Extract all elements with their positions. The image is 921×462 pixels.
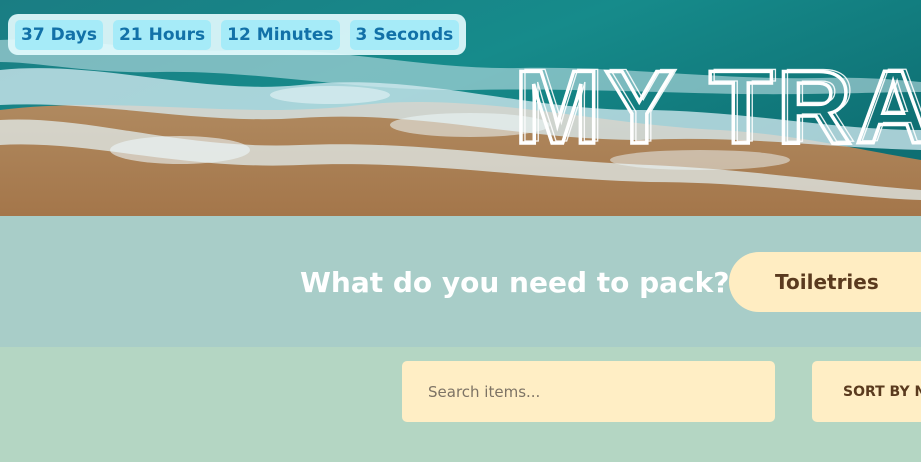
seconds-value: 3 bbox=[355, 24, 368, 45]
days-unit: Days bbox=[50, 24, 97, 45]
days-value: 37 bbox=[21, 24, 45, 45]
hours-value: 21 bbox=[118, 24, 143, 45]
countdown-hours: 21 Hours bbox=[112, 19, 212, 50]
hours-unit: Hours bbox=[148, 24, 206, 45]
minutes-unit: Minutes bbox=[256, 24, 334, 45]
search-input[interactable] bbox=[402, 361, 775, 422]
minutes-value: 12 bbox=[227, 24, 251, 45]
category-select[interactable]: Toiletries bbox=[729, 252, 921, 312]
seconds-unit: Seconds bbox=[373, 24, 454, 45]
countdown-minutes: 12 Minutes bbox=[221, 19, 340, 50]
countdown-timer: 37 Days 21 Hours 12 Minutes 3 Seconds bbox=[8, 14, 467, 55]
countdown-seconds: 3 Seconds bbox=[349, 19, 460, 50]
page: MY TRA MY TRA 37 Days 21 Hours 12 Minute… bbox=[0, 0, 921, 462]
hero-title-inline: MY TRA bbox=[518, 48, 921, 164]
packing-prompt: What do you need to pack? bbox=[300, 266, 730, 299]
sort-by-name-button[interactable]: SORT BY NA bbox=[812, 361, 921, 422]
countdown-days: 37 Days bbox=[15, 19, 103, 50]
hero-banner: MY TRA MY TRA 37 Days 21 Hours 12 Minute… bbox=[0, 0, 921, 216]
